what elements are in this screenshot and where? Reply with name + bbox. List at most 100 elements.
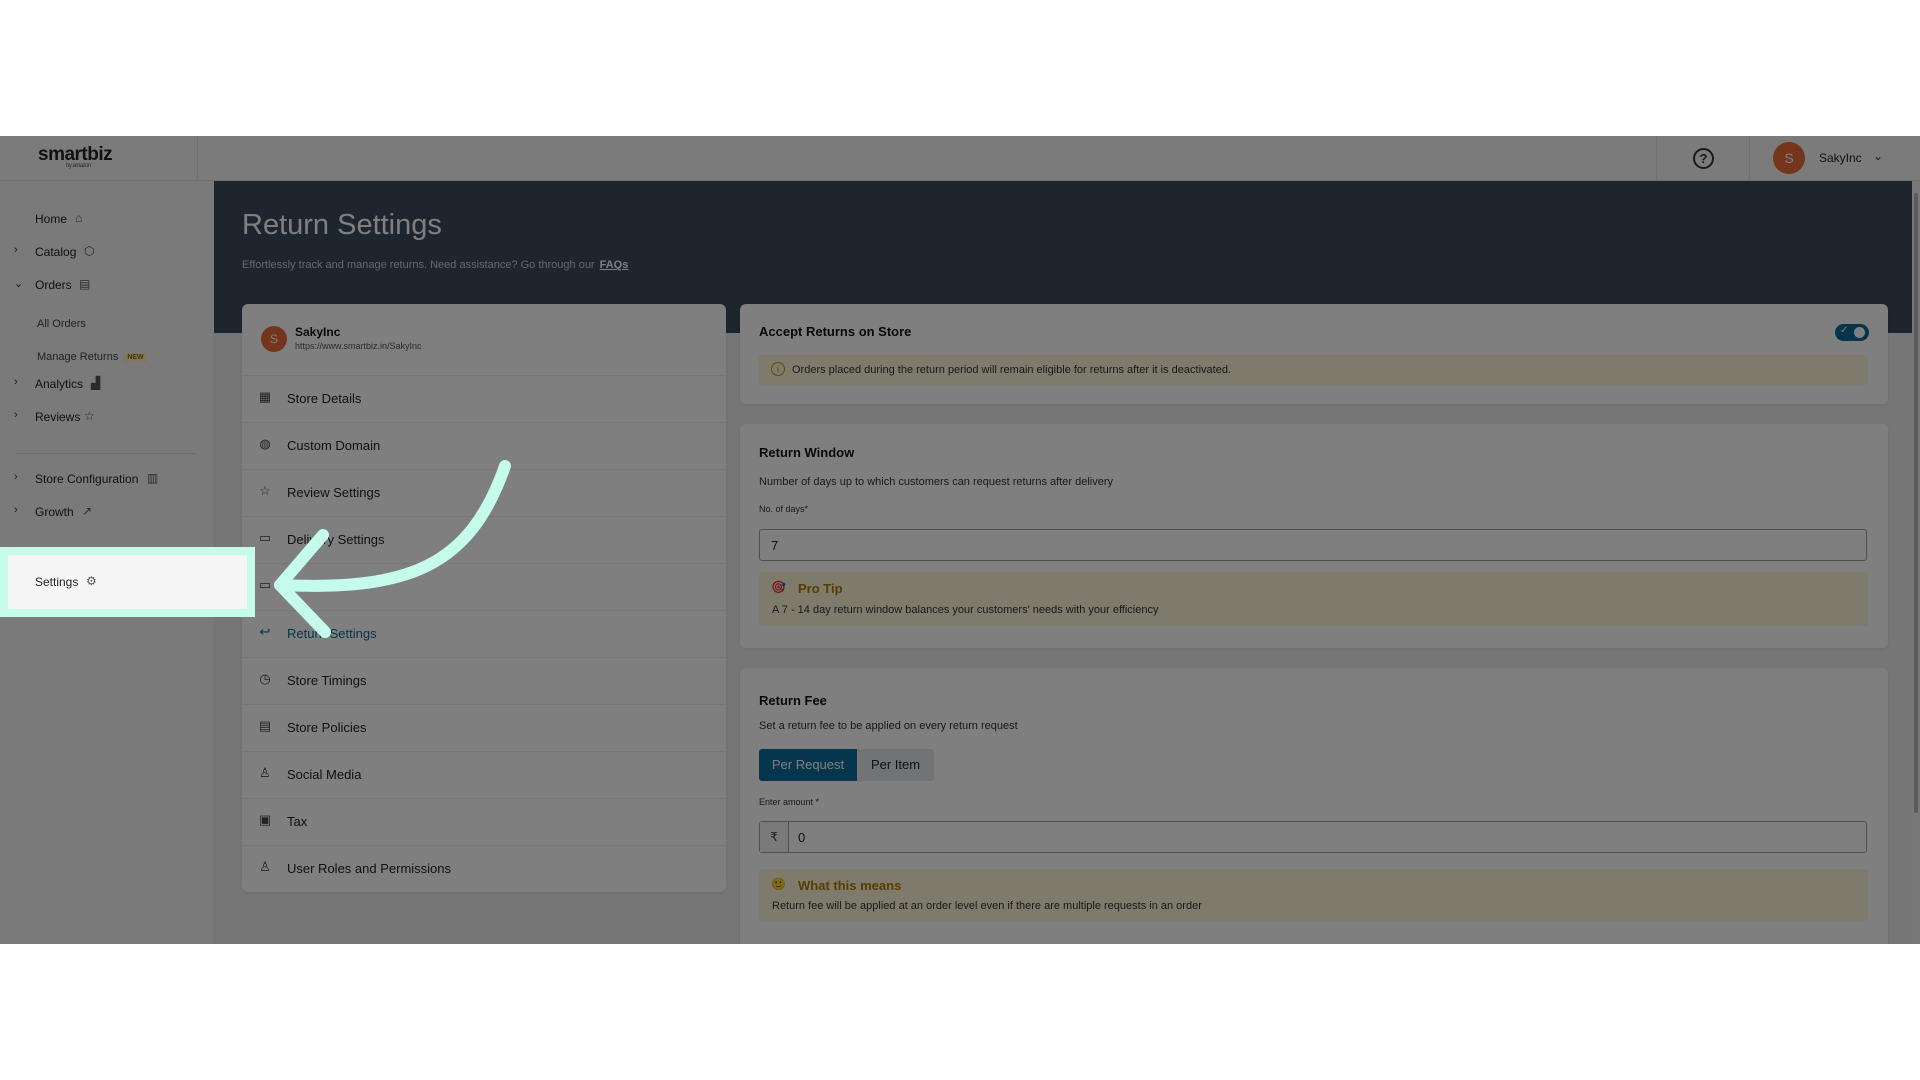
settings-nav-social-media[interactable]: ♙ Social Media bbox=[242, 751, 726, 799]
store-icon: ▦ bbox=[258, 389, 272, 404]
sidebar-item-label: Catalog bbox=[35, 245, 77, 259]
sidebar-item-growth[interactable]: › Growth ↗ bbox=[0, 499, 214, 525]
return-fee-title: Return Fee bbox=[759, 693, 827, 708]
sidebar-item-label: Analytics bbox=[35, 377, 84, 391]
accept-returns-notice: i Orders placed during the return period… bbox=[759, 355, 1868, 385]
days-input[interactable]: 7 bbox=[759, 529, 1867, 561]
sidebar-item-orders[interactable]: ⌄ Orders ▤ bbox=[0, 272, 214, 298]
settings-nav-store-details[interactable]: ▦ Store Details bbox=[242, 375, 726, 423]
amount-input[interactable]: ₹ 0 bbox=[759, 821, 1867, 853]
home-icon: ⌂ bbox=[75, 211, 83, 225]
amount-input-value: 0 bbox=[798, 830, 806, 845]
settings-nav-label: Social Media bbox=[287, 767, 362, 782]
store-avatar: S bbox=[261, 326, 287, 352]
return-window-title: Return Window bbox=[759, 445, 855, 460]
document-icon: ▤ bbox=[258, 718, 272, 733]
check-icon: ✓ bbox=[1840, 325, 1849, 336]
page-scrollbar[interactable] bbox=[1912, 181, 1920, 944]
sidebar-item-analytics[interactable]: › Analytics ▟ bbox=[0, 371, 214, 397]
chevron-right-icon: › bbox=[14, 409, 18, 421]
settings-nav-label: Delivery Settings bbox=[287, 532, 385, 547]
amount-field-label: Enter amount * bbox=[759, 797, 820, 807]
logo-text: smartbiz bbox=[38, 144, 113, 165]
store-name: SakyInc bbox=[295, 325, 341, 339]
chevron-right-icon: › bbox=[14, 504, 18, 516]
settings-nav-store-timings[interactable]: ◷ Store Timings bbox=[242, 657, 726, 705]
settings-nav-label: Tax bbox=[287, 814, 308, 829]
chevron-down-icon[interactable]: ⌄ bbox=[1873, 149, 1883, 163]
page-subtitle-text: Effortlessly track and manage returns. N… bbox=[242, 259, 595, 271]
return-arrow-icon: ↩ bbox=[259, 624, 271, 639]
return-fee-description: Set a return fee to be applied on every … bbox=[759, 720, 1018, 732]
settings-nav-user-roles[interactable]: ♙ User Roles and Permissions bbox=[242, 845, 726, 893]
settings-nav-return-settings[interactable]: ↩ Return Settings bbox=[242, 610, 726, 658]
what-this-means-box: 🙂 What this means Return fee will be app… bbox=[759, 869, 1868, 921]
what-this-means-title: What this means bbox=[798, 878, 902, 893]
sidebar-item-label: Store Configuration bbox=[35, 472, 139, 486]
star-icon: ☆ bbox=[84, 409, 95, 423]
user-name[interactable]: SakyInc bbox=[1819, 151, 1862, 165]
settings-nav-label: Store Policies bbox=[287, 720, 367, 735]
sidebar-item-catalog[interactable]: › Catalog ⬡ bbox=[0, 239, 214, 265]
rupee-icon: ₹ bbox=[760, 822, 789, 852]
pro-tip-title: Pro Tip bbox=[798, 581, 843, 596]
user-avatar[interactable]: S bbox=[1773, 142, 1805, 174]
clock-icon: ◷ bbox=[259, 671, 271, 686]
chevron-right-icon: › bbox=[14, 471, 18, 483]
settings-nav-store-policies[interactable]: ▤ Store Policies bbox=[242, 704, 726, 752]
faqs-link[interactable]: FAQs bbox=[600, 259, 629, 271]
settings-nav-label: Store Timings bbox=[287, 673, 367, 688]
settings-nav-review-settings[interactable]: ☆ Review Settings bbox=[242, 469, 726, 517]
sidebar-subitem-label: Manage Returns bbox=[37, 351, 119, 363]
star-icon: ☆ bbox=[259, 483, 271, 498]
cube-icon: ⬡ bbox=[84, 244, 95, 258]
return-window-description: Number of days up to which customers can… bbox=[759, 476, 1113, 488]
sidebar-divider bbox=[16, 453, 196, 454]
pro-tip-text: A 7 - 14 day return window balances your… bbox=[772, 604, 1159, 616]
sidebar-item-store-configuration[interactable]: › Store Configuration ▥ bbox=[0, 466, 214, 492]
settings-nav-custom-domain[interactable]: ◍ Custom Domain bbox=[242, 422, 726, 470]
settings-nav-panel: S SakyInc https://www.smartbiz.in/SakyIn… bbox=[242, 304, 726, 892]
store-url[interactable]: https://www.smartbiz.in/SakyInc bbox=[295, 341, 422, 351]
accept-returns-toggle[interactable]: ✓ bbox=[1835, 324, 1869, 341]
per-request-button[interactable]: Per Request bbox=[759, 749, 857, 781]
sidebar-item-reviews[interactable]: › Reviews ☆ bbox=[0, 404, 214, 430]
sidebar-item-label: Reviews bbox=[35, 410, 81, 424]
settings-nav-label: Return Settings bbox=[287, 626, 377, 641]
sidebar-subitem-all-orders[interactable]: All Orders bbox=[37, 318, 86, 330]
toggle-knob bbox=[1854, 327, 1865, 338]
sidebar-item-settings[interactable]: Settings ⚙ bbox=[0, 547, 255, 617]
gear-icon: ⚙ bbox=[86, 574, 97, 588]
settings-nav-payment[interactable]: ▭ bbox=[242, 563, 726, 611]
accept-returns-card: Accept Returns on Store ✓ i Orders place… bbox=[740, 304, 1888, 404]
sidebar-item-label: Settings bbox=[35, 575, 79, 589]
smartbiz-logo[interactable]: smartbiz by amazon bbox=[38, 144, 113, 169]
sidebar-item-home[interactable]: Home ⌂ bbox=[0, 206, 214, 232]
days-field-label: No. of days* bbox=[759, 504, 809, 514]
scrollbar-thumb[interactable] bbox=[1914, 193, 1918, 813]
return-fee-card: Return Fee Set a return fee to be applie… bbox=[740, 668, 1888, 944]
per-item-button[interactable]: Per Item bbox=[857, 749, 934, 781]
settings-nav-tax[interactable]: ▣ Tax bbox=[242, 798, 726, 846]
settings-nav-label: User Roles and Permissions bbox=[287, 861, 452, 876]
settings-nav-delivery-settings[interactable]: ▭ Delivery Settings bbox=[242, 516, 726, 564]
page-subtitle: Effortlessly track and manage returns. N… bbox=[242, 259, 628, 271]
sidebar-item-label: Home bbox=[35, 212, 68, 226]
help-area: ? bbox=[1656, 136, 1750, 180]
settings-nav-label: Store Details bbox=[287, 391, 362, 406]
question-circle-icon[interactable]: ? bbox=[1693, 148, 1714, 169]
pro-tip-box: 🎯 Pro Tip A 7 - 14 day return window bal… bbox=[759, 572, 1868, 626]
app-window: smartbiz by amazon ? S SakyInc ⌄ Home ⌂ … bbox=[0, 136, 1920, 944]
page-title: Return Settings bbox=[242, 209, 442, 241]
globe-icon: ◍ bbox=[259, 436, 271, 451]
info-icon: i bbox=[771, 362, 785, 376]
calculator-icon: ▣ bbox=[258, 812, 272, 827]
settings-nav-label: Custom Domain bbox=[287, 438, 381, 453]
chevron-right-icon: › bbox=[14, 376, 18, 388]
chevron-right-icon: › bbox=[14, 244, 18, 256]
clipboard-icon: ▤ bbox=[79, 277, 91, 291]
smile-icon: 🙂 bbox=[771, 877, 786, 891]
sidebar-subitem-manage-returns[interactable]: Manage Returns NEW bbox=[37, 351, 147, 363]
accept-returns-title: Accept Returns on Store bbox=[759, 324, 912, 339]
sidebar-item-label: Growth bbox=[35, 505, 74, 519]
